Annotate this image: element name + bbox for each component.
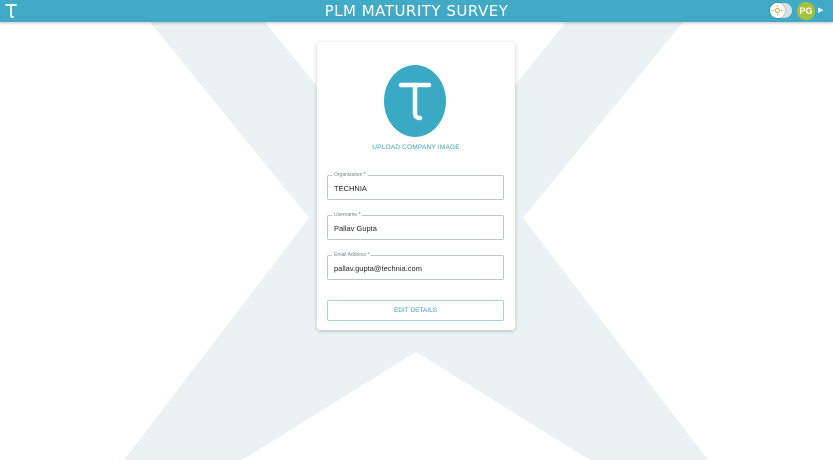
caret-right-icon[interactable]: ▶ bbox=[818, 6, 826, 16]
theme-toggle[interactable] bbox=[770, 3, 792, 18]
organization-input[interactable] bbox=[334, 183, 496, 194]
email-field[interactable]: Email Address * bbox=[327, 252, 504, 280]
app-header: PLM MATURITY SURVEY PG ▶ bbox=[0, 0, 833, 22]
profile-card: UPLOAD COMPANY IMAGE Organization * User… bbox=[317, 42, 515, 330]
email-input[interactable] bbox=[334, 263, 496, 274]
organization-label: Organization * bbox=[332, 172, 368, 179]
company-image[interactable] bbox=[384, 65, 446, 137]
t-logo-icon[interactable] bbox=[4, 2, 18, 20]
organization-field[interactable]: Organization * bbox=[327, 172, 504, 200]
user-avatar[interactable]: PG bbox=[797, 2, 815, 20]
username-field[interactable]: Username * bbox=[327, 212, 504, 240]
username-label: Username * bbox=[332, 212, 363, 219]
email-label: Email Address * bbox=[332, 252, 372, 259]
username-input[interactable] bbox=[334, 223, 496, 234]
t-letter-logo bbox=[398, 82, 432, 121]
edit-details-button[interactable]: EDIT DETAILS bbox=[327, 300, 504, 321]
sun-icon bbox=[770, 3, 785, 18]
app-title: PLM MATURITY SURVEY bbox=[324, 2, 509, 20]
upload-company-image-link[interactable]: UPLOAD COMPANY IMAGE bbox=[317, 144, 515, 151]
